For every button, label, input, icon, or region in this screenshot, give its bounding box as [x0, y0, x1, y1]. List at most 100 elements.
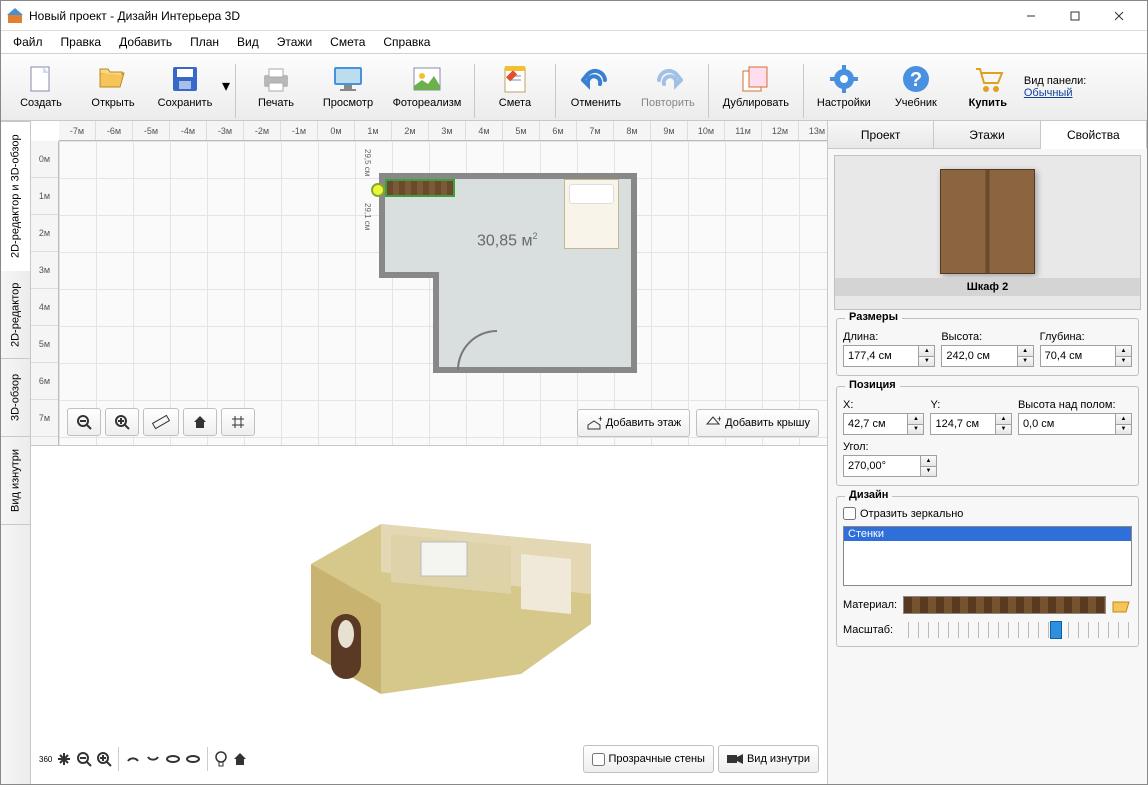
tool-photoreal[interactable]: Фотореализм	[384, 54, 470, 118]
minimize-button[interactable]	[1009, 2, 1053, 30]
home-3d-button[interactable]	[232, 751, 248, 767]
group-design: Дизайн Отразить зеркально Стенки Материа…	[836, 496, 1139, 647]
app-icon	[7, 8, 23, 24]
help-icon: ?	[900, 63, 932, 95]
cart-icon	[972, 63, 1004, 95]
tool-buy[interactable]: Купить	[952, 54, 1024, 118]
add-roof-button[interactable]: +Добавить крышу	[696, 409, 819, 437]
tool-undo[interactable]: Отменить	[560, 54, 632, 118]
tool-save[interactable]: Сохранить	[149, 54, 221, 118]
grid-button[interactable]	[221, 408, 255, 436]
rotate360-button[interactable]: 360	[39, 755, 52, 764]
new-file-icon	[25, 63, 57, 95]
add-roof-icon: +	[705, 415, 721, 431]
menu-edit[interactable]: Правка	[53, 32, 110, 52]
tool-help[interactable]: ?Учебник	[880, 54, 952, 118]
svg-text:+: +	[598, 415, 602, 424]
redo-icon	[652, 63, 684, 95]
y-input[interactable]: ▲▼	[930, 413, 1011, 435]
menu-add[interactable]: Добавить	[111, 32, 180, 52]
gear-icon	[828, 63, 860, 95]
tool-redo[interactable]: Повторить	[632, 54, 704, 118]
rotate-left-button[interactable]	[165, 751, 181, 767]
view-3d[interactable]: 360 Прозрачные стены Вид изнутри	[31, 446, 827, 784]
notepad-icon	[499, 63, 531, 95]
tilt-down-button[interactable]	[145, 751, 161, 767]
length-input[interactable]: ▲▼	[843, 345, 935, 367]
rotate-right-button[interactable]	[185, 751, 201, 767]
panel-mode-link[interactable]: Обычный	[1024, 87, 1073, 99]
light-button[interactable]	[214, 751, 228, 767]
menu-plan[interactable]: План	[182, 32, 227, 52]
zoom-out-button[interactable]	[67, 408, 101, 436]
main-toolbar: Создать Открыть Сохранить ▾ Печать Просм…	[1, 53, 1147, 121]
tilt-up-button[interactable]	[125, 751, 141, 767]
tool-duplicate[interactable]: Дублировать	[713, 54, 799, 118]
angle-input[interactable]: ▲▼	[843, 455, 937, 477]
tab-project[interactable]: Проект	[828, 121, 934, 148]
home-button[interactable]	[183, 408, 217, 436]
tool-open[interactable]: Открыть	[77, 54, 149, 118]
printer-icon	[260, 63, 292, 95]
area-label: 30,85 м2	[477, 231, 538, 250]
tool-print[interactable]: Печать	[240, 54, 312, 118]
add-floor-button[interactable]: +Добавить этаж	[577, 409, 690, 437]
model-3d[interactable]	[261, 464, 651, 704]
tab-properties[interactable]: Свойства	[1041, 121, 1147, 149]
zoom-in-button[interactable]	[105, 408, 139, 436]
menu-help[interactable]: Справка	[375, 32, 438, 52]
camera-icon	[727, 753, 743, 765]
maximize-button[interactable]	[1053, 2, 1097, 30]
dimension-label: 29,5 см	[363, 149, 372, 176]
tab-2d-3d[interactable]: 2D-редактор и 3D-обзор	[1, 121, 30, 271]
save-dropdown[interactable]: ▾	[221, 54, 231, 118]
svg-text:?: ?	[910, 69, 922, 91]
object-preview: Шкаф 2	[834, 155, 1141, 310]
pan-button[interactable]	[56, 751, 72, 767]
selected-object[interactable]	[385, 179, 455, 197]
depth-input[interactable]: ▲▼	[1040, 345, 1132, 367]
tab-3d[interactable]: 3D-обзор	[1, 359, 30, 437]
browse-material-icon[interactable]	[1112, 597, 1132, 613]
material-swatch[interactable]	[903, 596, 1106, 614]
photo-icon	[411, 63, 443, 95]
parts-list[interactable]: Стенки	[843, 526, 1132, 586]
folder-open-icon	[97, 63, 129, 95]
view2d-toolbar	[67, 407, 255, 437]
measure-button[interactable]	[143, 408, 179, 436]
scale-slider[interactable]	[899, 622, 1132, 638]
tab-2d[interactable]: 2D-редактор	[1, 271, 30, 359]
tab-floors[interactable]: Этажи	[934, 121, 1040, 148]
mirror-checkbox[interactable]: Отразить зеркально	[843, 507, 1132, 520]
zoom-out-3d[interactable]	[76, 751, 92, 767]
monitor-icon	[332, 63, 364, 95]
undo-icon	[580, 63, 612, 95]
menu-file[interactable]: Файл	[5, 32, 51, 52]
close-button[interactable]	[1097, 2, 1141, 30]
tool-estimate[interactable]: Смета	[479, 54, 551, 118]
svg-text:+: +	[717, 415, 721, 424]
rotate-handle[interactable]	[371, 183, 385, 197]
x-input[interactable]: ▲▼	[843, 413, 924, 435]
menu-floors[interactable]: Этажи	[269, 32, 320, 52]
bed-object[interactable]	[564, 179, 619, 249]
properties-panel: Проект Этажи Свойства Шкаф 2 Размеры Дли…	[827, 121, 1147, 784]
z-input[interactable]: ▲▼	[1018, 413, 1132, 435]
room-plan: 29,5 см 29,1 см 30,85 м2	[327, 173, 637, 373]
group-position: Позиция X:▲▼ Y:▲▼ Высота над полом:▲▼ Уг…	[836, 386, 1139, 486]
tool-preview[interactable]: Просмотр	[312, 54, 384, 118]
window-title: Новый проект - Дизайн Интерьера 3D	[29, 9, 1009, 23]
tool-create[interactable]: Создать	[5, 54, 77, 118]
height-input[interactable]: ▲▼	[941, 345, 1033, 367]
zoom-in-3d[interactable]	[96, 751, 112, 767]
save-icon	[169, 63, 201, 95]
canvas-2d[interactable]: 29,5 см 29,1 см 30,85 м2	[59, 141, 827, 445]
menu-view[interactable]: Вид	[229, 32, 267, 52]
tab-inside[interactable]: Вид изнутри	[1, 437, 30, 525]
ruler-horizontal: -7м-6м-5м-4м-3м-2м-1м0м1м2м3м4м5м6м7м8м9…	[59, 121, 827, 141]
view-2d[interactable]: -7м-6м-5м-4м-3м-2м-1м0м1м2м3м4м5м6м7м8м9…	[31, 121, 827, 446]
tool-settings[interactable]: Настройки	[808, 54, 880, 118]
inside-view-button[interactable]: Вид изнутри	[718, 745, 819, 773]
transparent-walls-toggle[interactable]: Прозрачные стены	[583, 745, 714, 773]
menu-estimate[interactable]: Смета	[322, 32, 373, 52]
